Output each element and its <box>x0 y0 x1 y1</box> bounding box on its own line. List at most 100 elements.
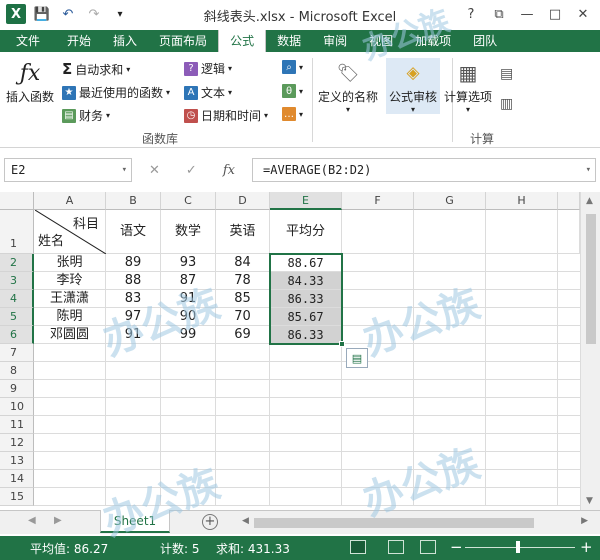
help-icon[interactable]: ? <box>458 4 484 24</box>
more-functions-button[interactable]: … ▾ <box>282 107 303 121</box>
zoom-slider-track[interactable] <box>465 547 575 548</box>
row-header-6[interactable]: 6 <box>0 326 34 344</box>
cell-name[interactable]: 李玲 <box>34 272 106 290</box>
row-header-1[interactable]: 1 <box>0 210 34 254</box>
cell-f1[interactable] <box>342 210 414 254</box>
tab-review[interactable]: 审阅 <box>312 30 358 52</box>
cell-math[interactable]: 93 <box>161 254 216 272</box>
financial-button[interactable]: ▤ 财务 ▾ <box>62 107 110 124</box>
select-all-corner[interactable] <box>0 192 34 210</box>
horizontal-scrollbar[interactable]: ◀ ▶ <box>240 516 590 530</box>
row-header-4[interactable]: 4 <box>0 290 34 308</box>
cell-h1[interactable] <box>486 210 558 254</box>
row-header-11[interactable]: 11 <box>0 416 34 434</box>
chevron-down-icon[interactable]: ▾ <box>586 159 591 181</box>
quick-analysis-icon[interactable]: ▤ <box>346 348 368 368</box>
calculation-options-button[interactable]: ▦ 计算选项 ▾ <box>444 58 492 114</box>
column-header-e[interactable]: E <box>270 192 342 210</box>
cell-english[interactable]: 78 <box>216 272 270 290</box>
cell-english[interactable]: 85 <box>216 290 270 308</box>
cell-average[interactable]: 84.33 <box>270 272 342 290</box>
row-header-2[interactable]: 2 <box>0 254 34 272</box>
normal-view-icon[interactable] <box>350 540 366 554</box>
tab-home[interactable]: 开始 <box>56 30 102 52</box>
row-header-14[interactable]: 14 <box>0 470 34 488</box>
cell-chinese[interactable]: 89 <box>106 254 161 272</box>
tab-data[interactable]: 数据 <box>266 30 312 52</box>
formula-auditing-button[interactable]: ◈ 公式审核 ▾ <box>386 58 441 114</box>
row-header-12[interactable]: 12 <box>0 434 34 452</box>
grid-lines-right[interactable] <box>342 254 580 344</box>
cell-g1[interactable] <box>414 210 486 254</box>
cell-chinese[interactable]: 97 <box>106 308 161 326</box>
fx-icon[interactable]: fx <box>223 163 235 178</box>
sheet-next-icon[interactable]: ▶ <box>54 515 62 526</box>
datetime-button[interactable]: ◷ 日期和时间 ▾ <box>184 107 268 124</box>
scroll-up-icon[interactable]: ▲ <box>586 196 593 206</box>
tab-add-ins[interactable]: 加载项 <box>404 30 462 52</box>
maximize-icon[interactable]: □ <box>542 4 568 24</box>
tab-view[interactable]: 视图 <box>358 30 404 52</box>
formula-input[interactable]: =AVERAGE(B2:D2) ▾ <box>252 158 596 182</box>
cell-math[interactable]: 99 <box>161 326 216 344</box>
cell-average[interactable]: 86.33 <box>270 290 342 308</box>
cell-english[interactable]: 70 <box>216 308 270 326</box>
cell-name[interactable]: 陈明 <box>34 308 106 326</box>
math-button[interactable]: θ ▾ <box>282 84 303 98</box>
sheet-tab-sheet1[interactable]: Sheet1 <box>100 510 170 533</box>
enter-icon[interactable]: ✓ <box>186 163 197 178</box>
vertical-scroll-thumb[interactable] <box>586 214 596 344</box>
cell-b1[interactable]: 语文 <box>106 210 161 254</box>
column-header-f[interactable]: F <box>342 192 414 210</box>
chevron-down-icon[interactable]: ▾ <box>122 159 127 181</box>
cell-english[interactable]: 69 <box>216 326 270 344</box>
tab-page-layout[interactable]: 页面布局 <box>148 30 218 52</box>
row-header-7[interactable]: 7 <box>0 344 34 362</box>
column-header-h[interactable]: H <box>486 192 558 210</box>
cell-chinese[interactable]: 88 <box>106 272 161 290</box>
horizontal-scroll-thumb[interactable] <box>254 518 534 528</box>
calculate-now-button[interactable]: ▤ <box>500 66 513 82</box>
defined-names-button[interactable]: 🏷 定义的名称 ▾ <box>318 58 378 115</box>
cancel-icon[interactable]: ✕ <box>149 163 160 178</box>
page-layout-view-icon[interactable] <box>388 540 404 554</box>
scroll-right-icon[interactable]: ▶ <box>581 516 588 526</box>
scroll-down-icon[interactable]: ▼ <box>586 496 593 506</box>
column-header-d[interactable]: D <box>216 192 270 210</box>
add-sheet-icon[interactable]: + <box>202 514 218 530</box>
cell-math[interactable]: 90 <box>161 308 216 326</box>
row-header-10[interactable]: 10 <box>0 398 34 416</box>
sheet-prev-icon[interactable]: ◀ <box>28 515 36 526</box>
column-header-c[interactable]: C <box>161 192 216 210</box>
page-break-view-icon[interactable] <box>420 540 436 554</box>
recently-used-button[interactable]: ★ 最近使用的函数 ▾ <box>62 84 170 101</box>
zoom-in-icon[interactable]: + <box>580 538 593 556</box>
scroll-left-icon[interactable]: ◀ <box>242 516 249 526</box>
cell-e1[interactable]: 平均分 <box>270 210 342 254</box>
cell-english[interactable]: 84 <box>216 254 270 272</box>
close-icon[interactable]: ✕ <box>570 4 596 24</box>
cell-average[interactable]: 85.67 <box>270 308 342 326</box>
lookup-button[interactable]: ⌕ ▾ <box>282 60 303 74</box>
row-header-15[interactable]: 15 <box>0 488 34 506</box>
column-header-b[interactable]: B <box>106 192 161 210</box>
tab-file[interactable]: 文件 <box>0 30 57 52</box>
minimize-icon[interactable]: — <box>514 4 540 24</box>
cell-chinese[interactable]: 83 <box>106 290 161 308</box>
row-header-13[interactable]: 13 <box>0 452 34 470</box>
vertical-scrollbar[interactable]: ▲ ▼ <box>580 192 600 510</box>
name-box[interactable]: E2 ▾ <box>4 158 132 182</box>
restore-ribbon-icon[interactable]: ⧉ <box>486 4 512 24</box>
logical-button[interactable]: ? 逻辑 ▾ <box>184 60 232 77</box>
column-header-g[interactable]: G <box>414 192 486 210</box>
cell-average[interactable]: 88.67 <box>270 254 342 272</box>
cell-a1-diagonal-header[interactable]: 科目 姓名 <box>34 210 106 254</box>
row-header-8[interactable]: 8 <box>0 362 34 380</box>
cell-average[interactable]: 86.33 <box>270 326 342 344</box>
cell-chinese[interactable]: 91 <box>106 326 161 344</box>
cell-name[interactable]: 王潇潇 <box>34 290 106 308</box>
row-header-5[interactable]: 5 <box>0 308 34 326</box>
cell-math[interactable]: 91 <box>161 290 216 308</box>
cell-d1[interactable]: 英语 <box>216 210 270 254</box>
row-header-3[interactable]: 3 <box>0 272 34 290</box>
